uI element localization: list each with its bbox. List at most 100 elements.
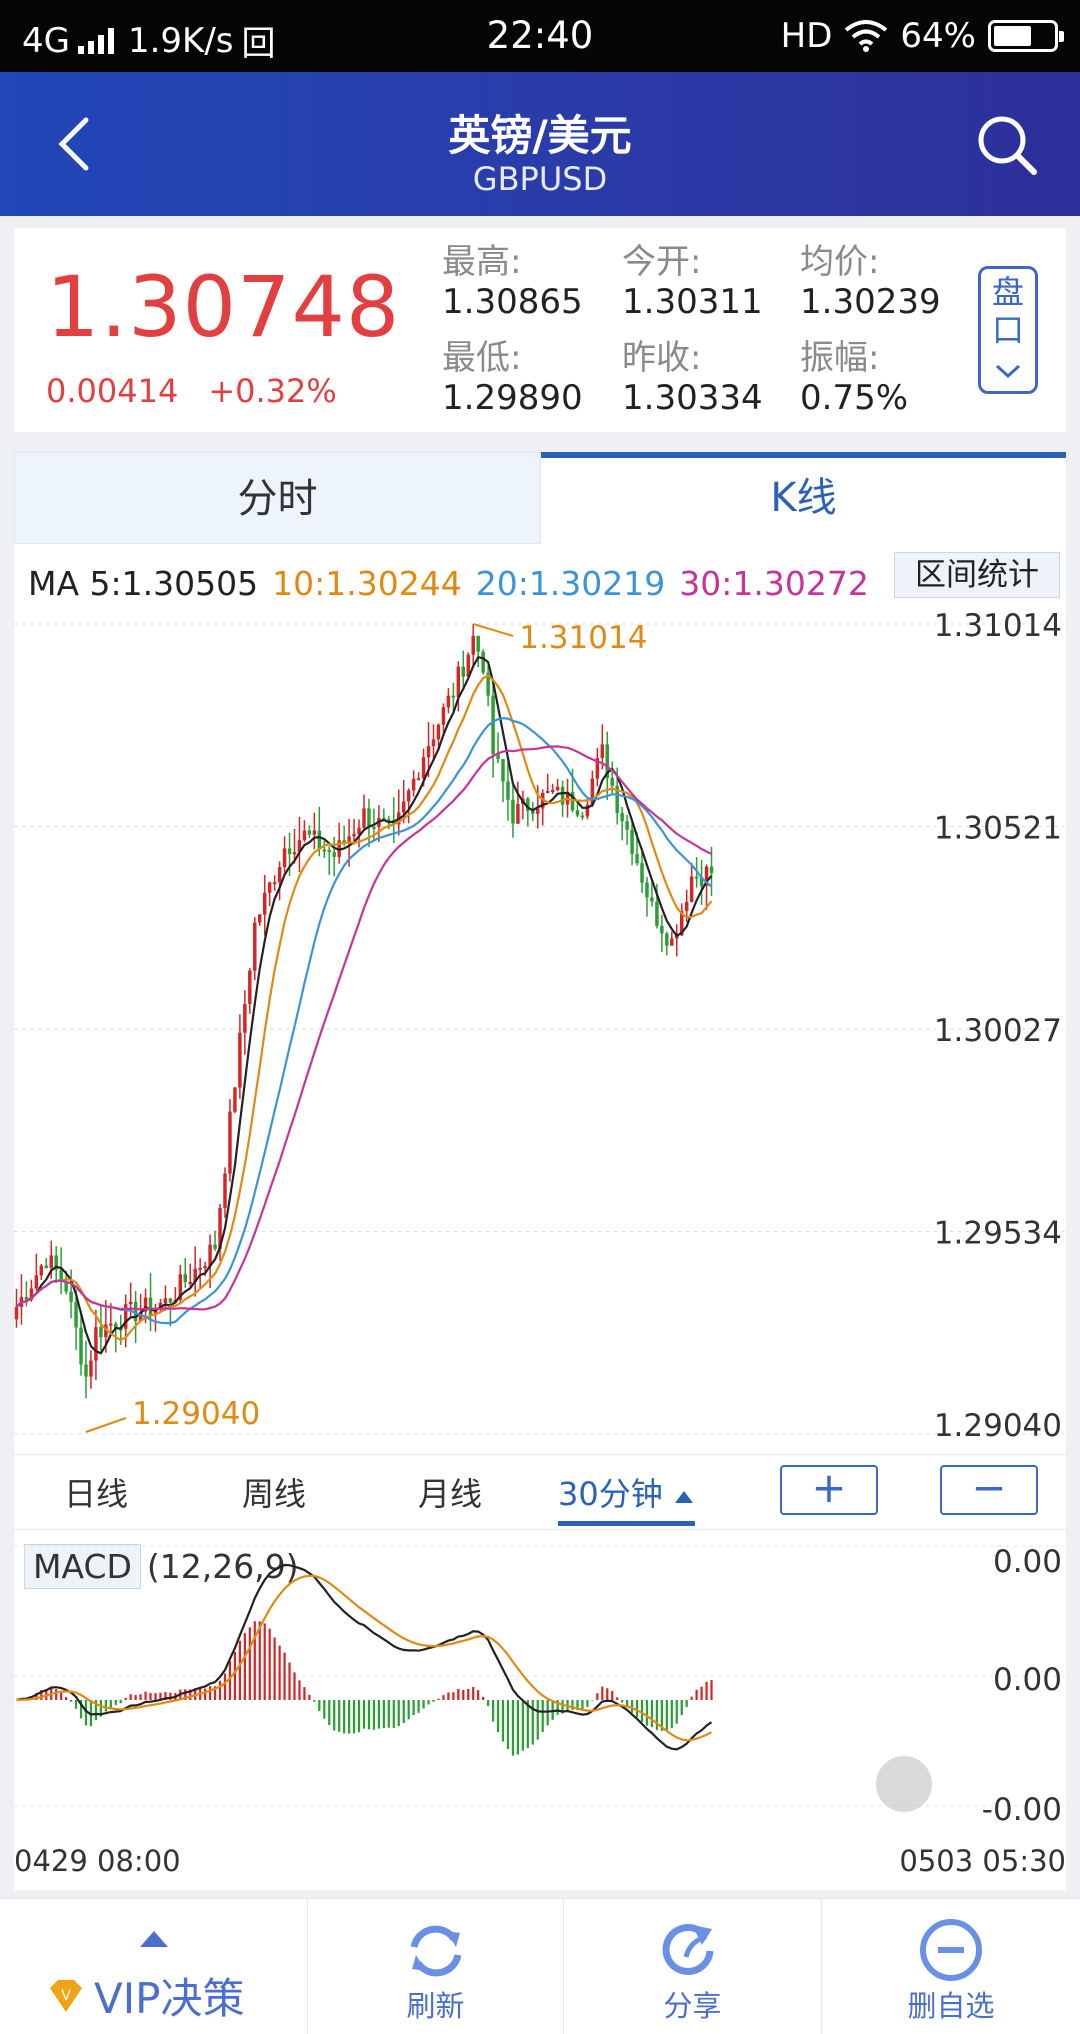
- change-percent: +0.32%: [208, 372, 337, 410]
- candle-body: [362, 808, 366, 828]
- candle-body: [332, 852, 336, 857]
- candle-body: [302, 830, 307, 841]
- stat-value: 0.75%: [800, 378, 909, 418]
- candle-body: [610, 777, 614, 786]
- candle-body: [243, 1003, 247, 1033]
- order-book-label: 盘口: [991, 273, 1024, 349]
- stat-value: 1.30334: [622, 378, 763, 418]
- stat-value: 1.29890: [442, 378, 583, 418]
- candle-body: [372, 826, 376, 829]
- candle-body: [168, 1298, 173, 1303]
- candle-body: [307, 830, 312, 835]
- candle-body: [416, 778, 421, 781]
- candle-body: [401, 801, 406, 813]
- candle-body: [689, 876, 694, 902]
- tab-intraday[interactable]: 分时: [14, 452, 541, 544]
- candle-body: [545, 791, 550, 794]
- candle-body: [476, 635, 480, 652]
- refresh-icon: [410, 1925, 462, 1977]
- stat-average: 均价: 1.30239: [800, 242, 941, 322]
- diamond-icon: V: [50, 1979, 82, 2012]
- max-pointer: [472, 623, 514, 637]
- chart-tabs: 分时 K线: [14, 452, 1066, 544]
- stat-label: 最低:: [442, 338, 522, 378]
- candle-body: [620, 813, 624, 822]
- candle-body: [312, 830, 317, 835]
- stat-prev-close: 昨收: 1.30334: [622, 338, 763, 418]
- candle-body: [49, 1255, 53, 1268]
- candle-body: [248, 970, 252, 1004]
- candle-body: [650, 897, 654, 902]
- status-bar: 4G 1.9K/s 回 22:40 HD 64%: [0, 0, 1080, 72]
- candlestick-chart[interactable]: 1.31014 1.30521 1.30027 1.29534 1.29040 1.310…: [14, 544, 1066, 1454]
- zoom-in-button[interactable]: +: [780, 1465, 878, 1515]
- candle-body: [600, 744, 605, 759]
- candle-body: [580, 815, 585, 818]
- macd-tick-label: 0.00: [993, 1544, 1062, 1580]
- page-title: 英镑/美元: [448, 111, 632, 160]
- candle-body: [253, 922, 257, 971]
- svg-text:V: V: [61, 1988, 71, 2004]
- y-tick-label: 1.31014: [934, 608, 1062, 644]
- candle-body: [640, 863, 644, 883]
- last-price: 1.30748: [46, 258, 401, 356]
- period-30min-label: 30分钟: [558, 1475, 663, 1513]
- bottom-bar: V VIP决策 刷新 分享 删自选: [0, 1898, 1080, 2034]
- candle-body: [694, 876, 699, 879]
- period-daily[interactable]: 日线: [64, 1469, 128, 1515]
- tab-kline[interactable]: K线: [541, 452, 1066, 544]
- vip-decision-button[interactable]: V VIP决策: [0, 1899, 308, 2034]
- stat-label: 最高:: [442, 242, 522, 282]
- candle-body: [665, 933, 669, 946]
- candle-body: [223, 1173, 227, 1208]
- stat-value: 1.30865: [442, 282, 583, 322]
- candle-body: [461, 666, 466, 677]
- candle-body: [670, 938, 674, 946]
- zoom-out-button[interactable]: −: [940, 1465, 1038, 1515]
- page-subtitle: GBPUSD: [472, 160, 608, 198]
- share-button[interactable]: 分享: [564, 1899, 822, 2034]
- candle-body: [491, 695, 495, 754]
- time-start: 0429 08:00: [14, 1844, 181, 1878]
- candle-body: [456, 666, 461, 698]
- candle-body: [436, 724, 441, 740]
- vip-label-wrap: V VIP决策: [46, 1965, 244, 2026]
- min-pointer: [85, 1417, 127, 1433]
- candle-body: [238, 1032, 242, 1088]
- candle-body: [709, 866, 714, 874]
- candle-body: [421, 757, 426, 779]
- remove-watchlist-button[interactable]: 删自选: [822, 1899, 1080, 2034]
- candle-body: [451, 695, 456, 698]
- period-monthly[interactable]: 月线: [418, 1469, 482, 1515]
- order-book-button[interactable]: 盘口: [978, 266, 1038, 394]
- period-weekly[interactable]: 周线: [242, 1469, 306, 1515]
- candle-body: [625, 821, 629, 830]
- candle-body: [163, 1298, 168, 1303]
- candle-body: [44, 1265, 49, 1268]
- candle-body: [14, 1307, 19, 1320]
- scroll-to-end-button[interactable]: [876, 1756, 932, 1812]
- candle-body: [655, 901, 659, 926]
- candle-body: [536, 808, 540, 814]
- candle-body: [198, 1267, 202, 1270]
- stat-amplitude: 振幅: 0.75%: [800, 338, 908, 418]
- candle-body: [277, 867, 282, 883]
- candle-body: [327, 850, 331, 853]
- stat-label: 昨收:: [622, 338, 702, 378]
- search-icon[interactable]: [974, 112, 1040, 178]
- candle-body: [282, 848, 287, 868]
- refresh-button[interactable]: 刷新: [308, 1899, 564, 2034]
- y-tick-label: 1.29534: [934, 1216, 1062, 1252]
- share-icon: [662, 1924, 714, 1975]
- hd-label: HD: [780, 16, 833, 56]
- candle-body: [352, 833, 356, 837]
- battery-percent: 64%: [900, 16, 976, 56]
- period-30min[interactable]: 30分钟: [558, 1469, 695, 1526]
- wifi-icon: [845, 20, 888, 52]
- candle-body: [109, 1323, 113, 1326]
- candle-body: [233, 1087, 237, 1112]
- change-value: 0.00414: [46, 372, 179, 410]
- candle-body: [322, 849, 327, 852]
- candle-body: [84, 1364, 88, 1377]
- candle-body: [441, 707, 446, 725]
